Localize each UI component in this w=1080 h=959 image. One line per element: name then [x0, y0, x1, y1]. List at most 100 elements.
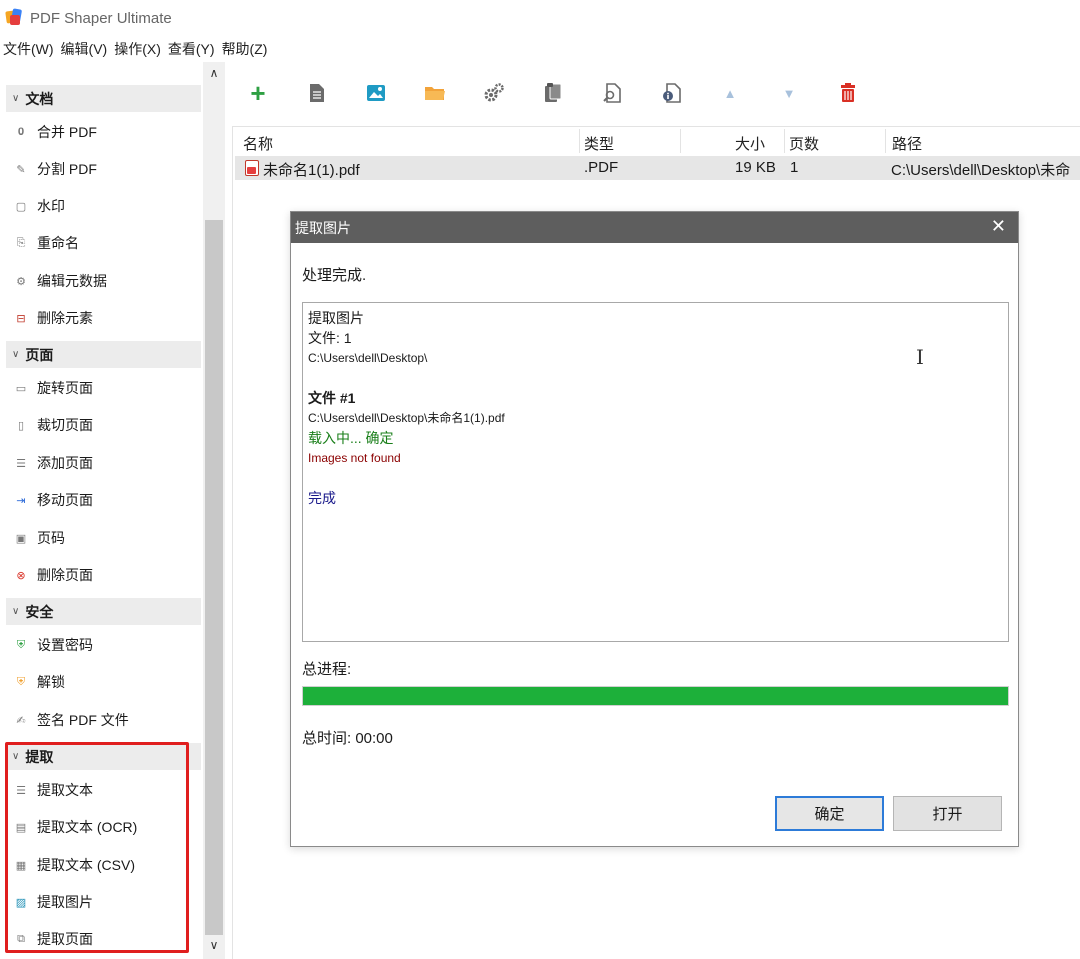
chevron-down-icon: ∨	[12, 93, 20, 104]
group-label: 文档	[25, 90, 54, 107]
log-line: 提取图片	[308, 310, 364, 326]
progress-label: 总进程:	[302, 661, 352, 678]
sidebar-item-delete-pages[interactable]: ⊗ 删除页面	[14, 562, 93, 588]
scroll-down-icon[interactable]: ∨	[203, 938, 225, 956]
file-type: .PDF	[584, 159, 619, 176]
column-header-pages[interactable]: 页数	[789, 133, 819, 154]
rename-icon: ⎘	[16, 236, 26, 249]
sidebar-item-rotate-pages[interactable]: ▭ 旋转页面	[14, 375, 93, 401]
sidebar-item-sign-pdf[interactable]: ✍ 签名 PDF 文件	[14, 707, 129, 733]
sidebar-item-label: 水印	[37, 198, 65, 214]
move-up-icon[interactable]: ▲	[717, 80, 743, 106]
menu-view[interactable]: 查看(Y)	[165, 39, 218, 59]
chevron-down-icon: ∨	[12, 349, 20, 360]
log-file-path: C:\Users\dell\Desktop\未命名1(1).pdf	[308, 411, 505, 425]
page-number-icon: ▣	[15, 532, 27, 545]
page-icon: ▢	[15, 200, 27, 213]
app-logo-icon	[5, 8, 24, 27]
highlight-annotation	[5, 742, 189, 953]
log-line: 文件: 1	[308, 330, 352, 346]
move-down-icon[interactable]: ▼	[776, 80, 802, 106]
column-header-name[interactable]: 名称	[243, 133, 273, 154]
dialog-title: 提取图片	[295, 219, 351, 236]
crop-page-icon: ▯	[17, 419, 25, 432]
folder-icon[interactable]	[422, 80, 448, 106]
sidebar-item-label: 裁切页面	[37, 417, 93, 433]
document-icon[interactable]	[304, 80, 330, 106]
column-divider[interactable]	[680, 129, 681, 153]
sidebar-item-label: 分割 PDF	[37, 161, 97, 177]
column-header-size[interactable]: 大小	[735, 133, 765, 154]
group-document[interactable]: ∨ 文档	[6, 85, 201, 112]
scroll-up-icon[interactable]: ∧	[203, 66, 225, 84]
metadata-icon: ⚙	[16, 275, 26, 288]
move-page-icon: ⇥	[16, 494, 26, 507]
sidebar-item-split-pdf[interactable]: ✎ 分割 PDF	[14, 156, 97, 182]
sidebar-item-label: 重命名	[37, 235, 79, 251]
menu-bar: 文件(W) 编辑(V) 操作(X) 查看(Y) 帮助(Z)	[0, 37, 271, 61]
sidebar-item-label: 合并 PDF	[37, 124, 97, 140]
log-line: C:\Users\dell\Desktop\	[308, 351, 428, 365]
paperclip-icon: 𝟎	[17, 125, 25, 138]
sidebar-item-edit-metadata[interactable]: ⚙ 编辑元数据	[14, 268, 107, 294]
column-divider[interactable]	[885, 129, 886, 153]
menu-file[interactable]: 文件(W)	[0, 39, 57, 59]
sidebar-item-merge-pdf[interactable]: 𝟎 合并 PDF	[14, 119, 97, 145]
log-file-header: 文件 #1	[308, 390, 356, 406]
clipboard-icon[interactable]	[540, 80, 566, 106]
sidebar-item-unlock[interactable]: ⛨ 解锁	[14, 669, 65, 695]
pencil-icon: ✎	[16, 163, 26, 176]
delete-page-icon: ⊗	[16, 569, 26, 582]
unlock-shield-icon: ⛨	[16, 675, 26, 688]
sidebar-item-label: 解锁	[37, 674, 65, 690]
info-icon[interactable]	[658, 80, 684, 106]
add-icon[interactable]: +	[245, 78, 271, 108]
log-loading: 载入中... 确定	[308, 430, 394, 446]
sidebar-item-label: 页码	[37, 530, 65, 546]
menu-actions[interactable]: 操作(X)	[111, 39, 164, 59]
chevron-down-icon: ∨	[12, 606, 20, 617]
sidebar-scrollbar-thumb[interactable]	[205, 220, 223, 935]
sidebar-item-watermark[interactable]: ▢ 水印	[14, 193, 65, 219]
sidebar-item-label: 删除元素	[37, 310, 93, 326]
signature-pen-icon: ✍	[16, 714, 26, 727]
settings-icon[interactable]	[481, 80, 507, 106]
ok-button[interactable]: 确定	[775, 796, 884, 831]
column-header-path[interactable]: 路径	[892, 133, 922, 154]
column-header-type[interactable]: 类型	[584, 133, 614, 154]
preview-icon[interactable]	[599, 80, 625, 106]
add-page-icon: ☰	[16, 457, 26, 470]
sidebar-item-page-numbers[interactable]: ▣ 页码	[14, 525, 65, 551]
sidebar-item-crop-pages[interactable]: ▯ 裁切页面	[14, 412, 93, 438]
image-icon[interactable]	[363, 80, 389, 106]
file-path: C:\Users\dell\Desktop\未命	[891, 162, 1071, 179]
log-done: 完成	[308, 490, 336, 506]
sidebar-item-label: 删除页面	[37, 567, 93, 583]
sidebar-item-move-pages[interactable]: ⇥ 移动页面	[14, 487, 93, 513]
menu-edit[interactable]: 编辑(V)	[58, 39, 111, 59]
column-divider[interactable]	[579, 129, 580, 153]
sidebar-item-rename[interactable]: ⎘ 重命名	[14, 230, 79, 256]
group-label: 安全	[25, 603, 54, 620]
group-pages[interactable]: ∨ 页面	[6, 341, 201, 368]
sidebar-item-label: 添加页面	[37, 455, 93, 471]
column-divider[interactable]	[784, 129, 785, 153]
close-icon[interactable]: ✕	[991, 216, 1006, 237]
table-row[interactable]: 未命名1(1).pdf .PDF 19 KB 1 C:\Users\dell\D…	[235, 156, 1080, 180]
menu-help[interactable]: 帮助(Z)	[219, 39, 271, 59]
log-error: Images not found	[308, 451, 401, 465]
group-security[interactable]: ∨ 安全	[6, 598, 201, 625]
open-button[interactable]: 打开	[893, 796, 1002, 831]
sidebar-item-set-password[interactable]: ⛨ 设置密码	[14, 632, 93, 658]
sidebar-item-add-pages[interactable]: ☰ 添加页面	[14, 450, 93, 476]
delete-icon[interactable]	[835, 80, 861, 106]
sidebar-item-label: 设置密码	[37, 637, 93, 653]
log-spacer	[308, 468, 1003, 488]
file-size: 19 KB	[735, 159, 776, 176]
file-name: 未命名1(1).pdf	[263, 162, 360, 179]
pdf-file-icon	[245, 160, 259, 176]
log-output[interactable]: 提取图片 文件: 1 C:\Users\dell\Desktop\ 文件 #1 …	[302, 302, 1009, 642]
sidebar-item-label: 签名 PDF 文件	[37, 712, 129, 728]
sidebar-item-remove-elements[interactable]: ⊟ 删除元素	[14, 305, 93, 331]
total-time: 总时间: 00:00	[302, 730, 393, 747]
